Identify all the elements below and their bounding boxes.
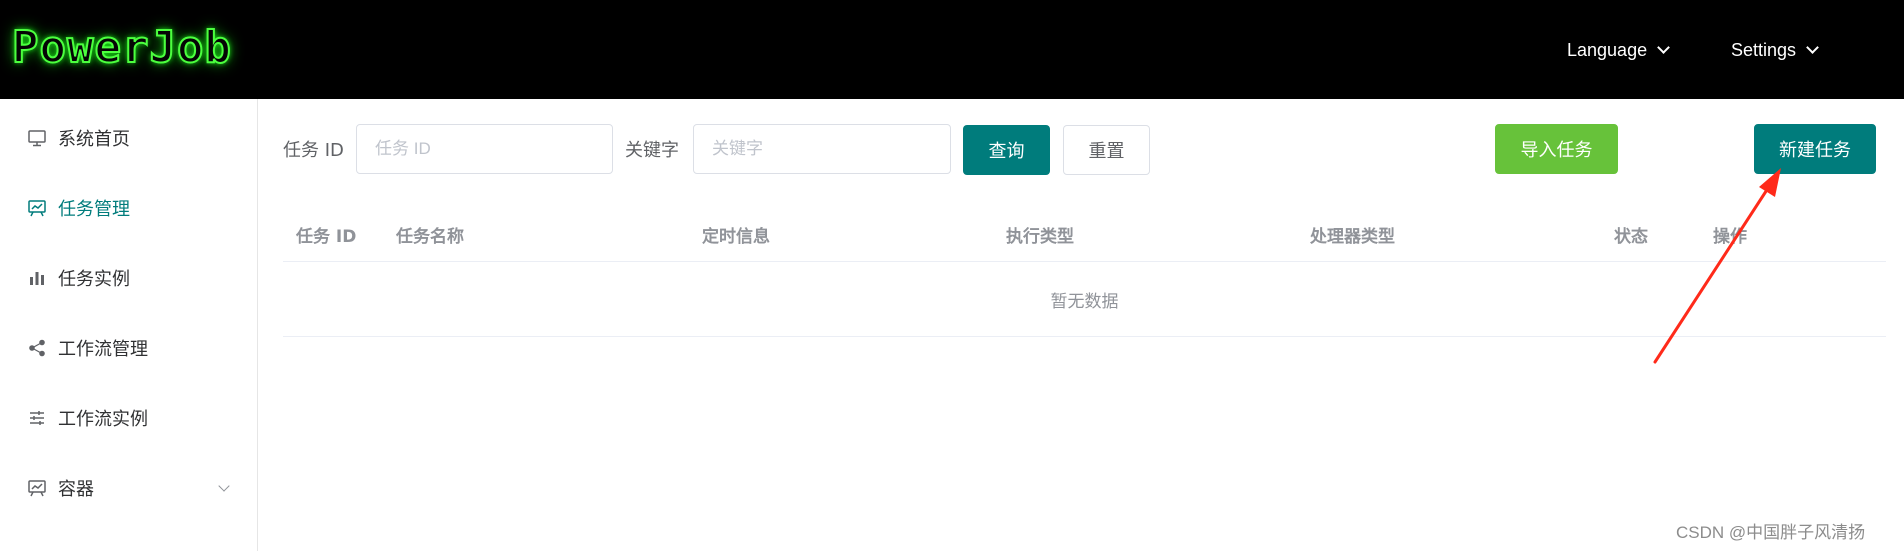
chevron-down-icon [1806,40,1819,54]
column-header[interactable]: 执行类型 [1006,206,1074,262]
column-header[interactable]: 任务 ID [296,206,356,262]
column-header[interactable]: 处理器类型 [1310,206,1395,262]
top-header: PowerJob Language Settings [0,0,1904,99]
logo-text: PowerJob [11,21,232,74]
query-button[interactable]: 查询 [963,125,1050,175]
presentation-icon [26,197,48,219]
reset-button[interactable]: 重置 [1063,125,1150,175]
column-header[interactable]: 定时信息 [702,206,770,262]
sliders-icon [26,407,48,429]
column-header[interactable]: 操作 [1713,206,1747,262]
sidebar: 系统首页 任务管理 任务实例 工作流管理 工作流实例 容器 [0,99,258,551]
sidebar-item-label: 系统首页 [58,129,130,150]
sidebar-item-label: 任务实例 [58,269,130,290]
sidebar-item-label: 工作流实例 [58,409,148,430]
sidebar-item-task-instances[interactable]: 任务实例 [0,250,258,306]
language-label: Language [1567,39,1648,60]
sidebar-item-workflow-management[interactable]: 工作流管理 [0,320,258,376]
watermark: CSDN @中国胖子风清扬 [1676,523,1866,542]
settings-label: Settings [1731,39,1797,60]
task-id-label: 任务 ID [283,140,344,161]
column-header[interactable]: 状态 [1614,206,1648,262]
keyword-input[interactable] [693,124,951,174]
sidebar-item-containers[interactable]: 容器 [0,460,258,516]
monitor-icon [26,127,48,149]
import-task-button[interactable]: 导入任务 [1495,124,1618,174]
sidebar-item-label: 容器 [58,479,94,500]
sidebar-item-home[interactable]: 系统首页 [0,110,258,166]
language-dropdown[interactable]: Language [1567,32,1670,68]
new-task-button[interactable]: 新建任务 [1754,124,1876,174]
sidebar-item-workflow-instances[interactable]: 工作流实例 [0,390,258,446]
sidebar-item-label: 任务管理 [58,199,130,220]
presentation-icon [26,477,48,499]
task-id-input[interactable] [356,124,613,174]
settings-dropdown[interactable]: Settings [1731,32,1819,68]
table-header: 任务 ID 任务名称 定时信息 执行类型 处理器类型 状态 操作 [283,206,1886,262]
bar-chart-icon [26,267,48,289]
keyword-label: 关键字 [625,140,679,161]
share-icon [26,337,48,359]
powerjob-logo[interactable]: PowerJob [11,21,232,74]
column-header[interactable]: 任务名称 [396,206,464,262]
sidebar-item-task-management[interactable]: 任务管理 [0,180,258,236]
sidebar-item-label: 工作流管理 [58,339,148,360]
chevron-down-icon [218,480,230,492]
empty-table-message: 暂无数据 [283,263,1886,337]
chevron-down-icon [1657,40,1670,54]
